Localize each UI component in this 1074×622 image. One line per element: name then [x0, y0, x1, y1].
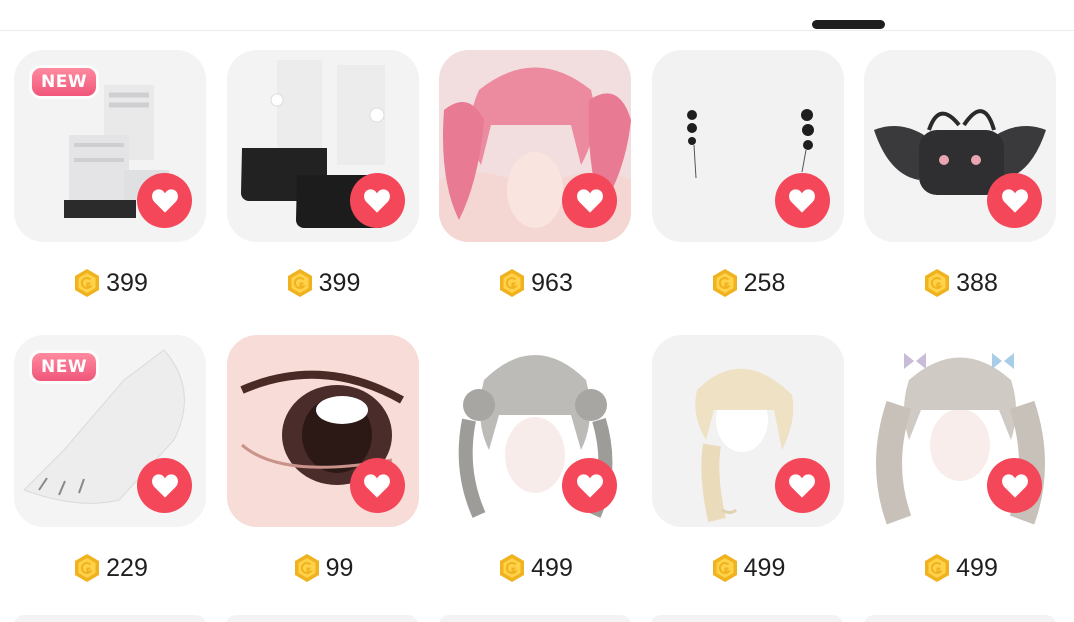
- price-value: 258: [743, 268, 786, 297]
- coin-icon: [287, 269, 312, 297]
- price-row: 499: [864, 553, 1056, 583]
- price-row: 99: [227, 553, 419, 583]
- new-badge: NEW: [32, 68, 97, 96]
- next-row-card[interactable]: [14, 615, 206, 622]
- coin-icon: [75, 269, 100, 297]
- price-value: 963: [531, 268, 573, 297]
- price-value: 399: [106, 268, 148, 297]
- new-badge: NEW: [32, 353, 97, 381]
- favorite-button[interactable]: [562, 173, 617, 228]
- item-card[interactable]: 399: [226, 50, 419, 297]
- price-row: 399: [14, 268, 206, 298]
- item-card[interactable]: 99: [226, 335, 419, 582]
- price-value: 99: [325, 553, 354, 582]
- item-card[interactable]: 499: [439, 335, 631, 582]
- coin-icon: [925, 269, 950, 297]
- heart-icon: [789, 188, 815, 213]
- next-row-card[interactable]: [651, 615, 843, 622]
- favorite-button[interactable]: [349, 458, 405, 513]
- heart-icon: [1001, 473, 1028, 498]
- heart-icon: [576, 473, 603, 498]
- item-card[interactable]: 499: [864, 335, 1056, 582]
- heart-icon: [789, 473, 815, 498]
- drag-handle[interactable]: [812, 20, 885, 29]
- next-row-card[interactable]: [864, 615, 1056, 622]
- favorite-button[interactable]: [987, 173, 1042, 228]
- item-grid: NEW 399 399 963 258 388 NEW 229 99 499 4…: [14, 50, 1056, 582]
- top-bar: [0, 0, 1074, 31]
- item-card[interactable]: 258: [651, 50, 844, 297]
- coin-icon: [75, 554, 100, 582]
- price-row: 499: [652, 553, 844, 583]
- next-row-card[interactable]: [226, 615, 418, 622]
- price-row: 229: [14, 553, 206, 583]
- favorite-button[interactable]: [562, 458, 617, 513]
- item-card[interactable]: 388: [864, 50, 1056, 297]
- price-value: 499: [956, 553, 998, 582]
- item-card[interactable]: 963: [439, 50, 631, 297]
- favorite-button[interactable]: [349, 173, 405, 228]
- item-card[interactable]: 499: [651, 335, 844, 582]
- favorite-button[interactable]: [774, 458, 830, 513]
- price-value: 229: [106, 553, 148, 582]
- price-row: 499: [439, 553, 631, 583]
- heart-icon: [1001, 188, 1028, 213]
- coin-icon: [925, 554, 950, 582]
- price-value: 499: [743, 553, 786, 582]
- favorite-button[interactable]: [987, 458, 1042, 513]
- price-value: 399: [318, 268, 361, 297]
- coin-icon: [712, 554, 737, 582]
- price-row: 388: [864, 268, 1056, 298]
- coin-icon: [500, 554, 525, 582]
- heart-icon: [151, 188, 178, 213]
- favorite-button[interactable]: [137, 458, 192, 513]
- coin-icon: [500, 269, 525, 297]
- next-row-card[interactable]: [439, 615, 631, 622]
- coin-icon: [712, 269, 737, 297]
- coin-icon: [294, 554, 319, 582]
- price-row: 258: [652, 268, 844, 298]
- heart-icon: [364, 473, 390, 498]
- price-row: 963: [439, 268, 631, 298]
- price-value: 499: [531, 553, 573, 582]
- price-row: 399: [227, 268, 419, 298]
- heart-icon: [364, 188, 390, 213]
- heart-icon: [151, 473, 178, 498]
- item-card[interactable]: NEW 399: [14, 50, 206, 297]
- price-value: 388: [956, 268, 998, 297]
- favorite-button[interactable]: [774, 173, 830, 228]
- favorite-button[interactable]: [137, 173, 192, 228]
- item-card[interactable]: NEW 229: [14, 335, 206, 582]
- heart-icon: [576, 188, 603, 213]
